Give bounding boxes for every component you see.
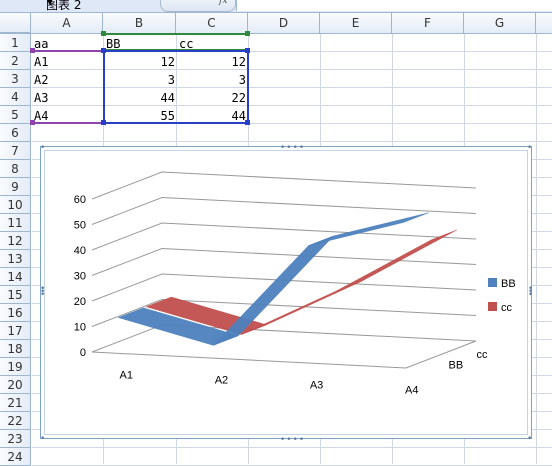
- x-tick-label: A2: [215, 375, 228, 387]
- chart-plot: 0 10 20 30 40 50 60 A1 A2 A3 A4 cc BB BB cc: [74, 171, 516, 396]
- series-ribbon-bb: [308, 212, 429, 246]
- y-tick-label: 20: [74, 296, 86, 308]
- chart-gridline: [91, 324, 477, 353]
- series-ribbon-cc: [336, 229, 457, 292]
- chart-gridline: [91, 171, 477, 200]
- x-tick-label: A1: [120, 370, 133, 382]
- y-tick-label: 30: [74, 271, 86, 283]
- legend-swatch: [488, 278, 497, 287]
- chart-gridline: [91, 196, 477, 225]
- depth-axis-label: BB: [449, 360, 464, 372]
- x-tick-label: A3: [310, 379, 323, 391]
- y-tick-label: 10: [74, 322, 86, 334]
- y-tick-label: 60: [74, 194, 86, 206]
- chart-floor-edge: [91, 340, 477, 369]
- y-tick-label: 50: [74, 220, 86, 232]
- legend-swatch: [488, 302, 497, 311]
- depth-axis-label: cc: [477, 349, 489, 361]
- legend-label: cc: [501, 302, 513, 314]
- y-tick-label: 40: [74, 245, 86, 257]
- chart-gridline: [91, 222, 477, 251]
- x-tick-label: A4: [405, 384, 418, 396]
- y-tick-label: 0: [80, 347, 86, 359]
- legend-label: BB: [501, 278, 516, 290]
